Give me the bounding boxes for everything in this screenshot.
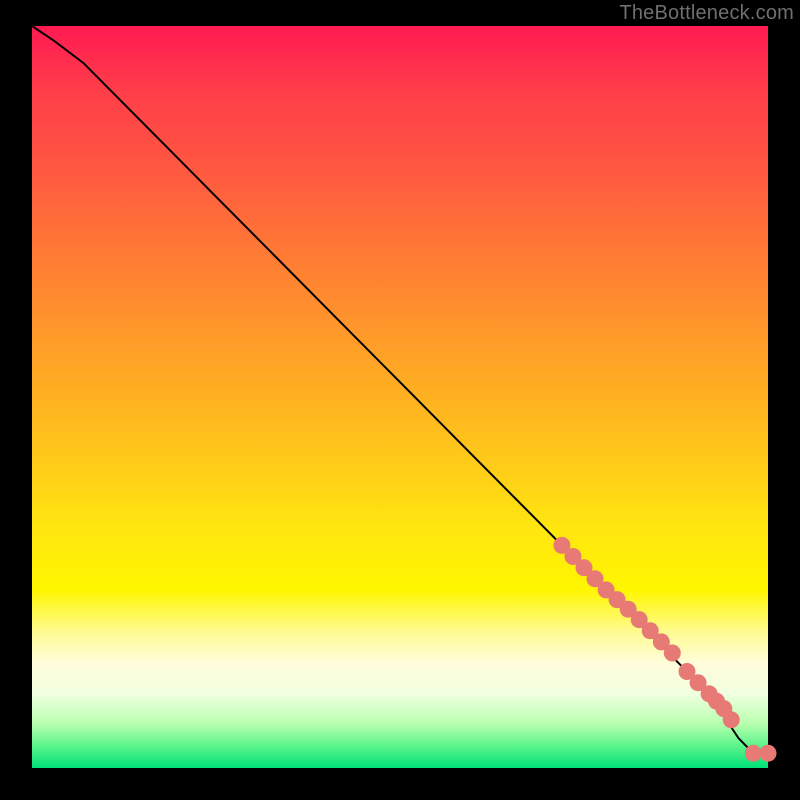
data-marker — [745, 745, 762, 762]
marker-group — [553, 537, 776, 762]
attribution-text: TheBottleneck.com — [619, 2, 794, 25]
data-marker — [760, 745, 777, 762]
data-marker — [723, 711, 740, 728]
data-marker — [664, 645, 681, 662]
plot-area — [32, 26, 768, 768]
chart-svg — [32, 26, 768, 768]
chart-frame: TheBottleneck.com — [0, 0, 800, 800]
